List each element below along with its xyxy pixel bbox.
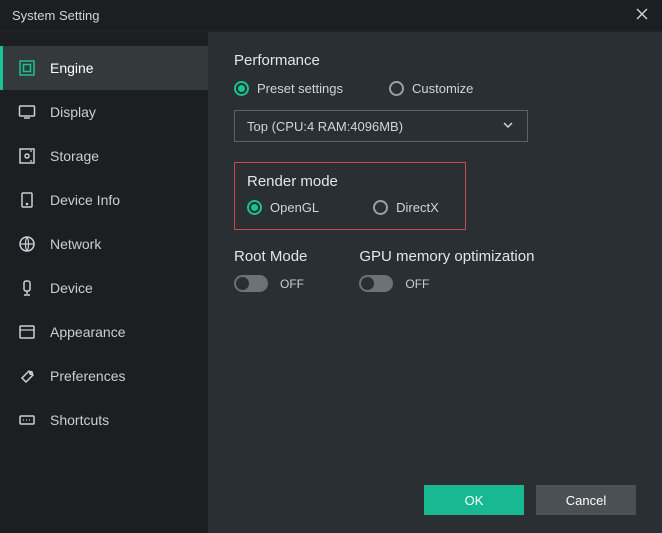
device-icon bbox=[18, 279, 36, 297]
sidebar-item-engine[interactable]: Engine bbox=[0, 46, 208, 90]
radio-customize[interactable]: Customize bbox=[389, 81, 473, 96]
cancel-button[interactable]: Cancel bbox=[536, 485, 636, 515]
sidebar-item-label: Appearance bbox=[50, 324, 126, 340]
sidebar-item-device-info[interactable]: Device Info bbox=[0, 178, 208, 222]
button-label: Cancel bbox=[566, 493, 606, 508]
sidebar-item-preferences[interactable]: Preferences bbox=[0, 354, 208, 398]
shortcuts-icon bbox=[18, 411, 36, 429]
select-value: Top (CPU:4 RAM:4096MB) bbox=[247, 119, 403, 134]
root-mode-col: Root Mode OFF bbox=[234, 248, 307, 292]
radio-label: DirectX bbox=[396, 200, 439, 215]
radio-preset-settings[interactable]: Preset settings bbox=[234, 81, 343, 96]
sidebar-item-shortcuts[interactable]: Shortcuts bbox=[0, 398, 208, 442]
radio-label: Customize bbox=[412, 81, 473, 96]
window-title: System Setting bbox=[12, 8, 99, 23]
display-icon bbox=[18, 103, 36, 121]
sidebar-item-appearance[interactable]: Appearance bbox=[0, 310, 208, 354]
root-mode-toggle-row: OFF bbox=[234, 275, 307, 292]
ok-button[interactable]: OK bbox=[424, 485, 524, 515]
preset-select[interactable]: Top (CPU:4 RAM:4096MB) bbox=[234, 110, 528, 142]
radio-circle-icon bbox=[247, 200, 262, 215]
sidebar-item-device[interactable]: Device bbox=[0, 266, 208, 310]
footer: OK Cancel bbox=[424, 485, 636, 515]
info-icon bbox=[18, 191, 36, 209]
render-radio-row: OpenGL DirectX bbox=[247, 200, 453, 215]
sidebar-item-label: Shortcuts bbox=[50, 412, 109, 428]
gpu-state: OFF bbox=[405, 277, 429, 291]
radio-opengl[interactable]: OpenGL bbox=[247, 200, 319, 215]
render-mode-title: Render mode bbox=[247, 173, 453, 190]
chevron-down-icon bbox=[501, 118, 515, 135]
content: Performance Preset settings Customize To… bbox=[208, 32, 662, 533]
radio-circle-icon bbox=[373, 200, 388, 215]
sidebar-item-label: Network bbox=[50, 236, 101, 252]
sidebar-item-label: Preferences bbox=[50, 368, 125, 384]
radio-directx[interactable]: DirectX bbox=[373, 200, 439, 215]
main: Engine Display Storage Device Info Netwo… bbox=[0, 32, 662, 533]
sidebar-item-label: Device bbox=[50, 280, 93, 296]
gpu-title: GPU memory optimization bbox=[359, 248, 534, 265]
render-mode-box: Render mode OpenGL DirectX bbox=[234, 162, 466, 230]
root-mode-toggle[interactable] bbox=[234, 275, 268, 292]
performance-title: Performance bbox=[234, 52, 636, 69]
radio-circle-icon bbox=[389, 81, 404, 96]
root-mode-title: Root Mode bbox=[234, 248, 307, 265]
gpu-toggle-row: OFF bbox=[359, 275, 534, 292]
sidebar-item-display[interactable]: Display bbox=[0, 90, 208, 134]
appearance-icon bbox=[18, 323, 36, 341]
sidebar: Engine Display Storage Device Info Netwo… bbox=[0, 32, 208, 533]
network-icon bbox=[18, 235, 36, 253]
performance-radio-row: Preset settings Customize bbox=[234, 81, 636, 96]
close-icon bbox=[636, 8, 648, 23]
root-mode-state: OFF bbox=[280, 277, 304, 291]
sidebar-item-label: Device Info bbox=[50, 192, 120, 208]
preferences-icon bbox=[18, 367, 36, 385]
gpu-toggle[interactable] bbox=[359, 275, 393, 292]
toggles-row: Root Mode OFF GPU memory optimization OF… bbox=[234, 248, 636, 292]
sidebar-item-storage[interactable]: Storage bbox=[0, 134, 208, 178]
button-label: OK bbox=[465, 493, 484, 508]
sidebar-item-label: Display bbox=[50, 104, 96, 120]
sidebar-item-label: Engine bbox=[50, 60, 94, 76]
close-button[interactable] bbox=[622, 0, 662, 32]
engine-icon bbox=[18, 59, 36, 77]
gpu-col: GPU memory optimization OFF bbox=[359, 248, 534, 292]
radio-label: Preset settings bbox=[257, 81, 343, 96]
titlebar: System Setting bbox=[0, 0, 662, 32]
sidebar-item-label: Storage bbox=[50, 148, 99, 164]
sidebar-item-network[interactable]: Network bbox=[0, 222, 208, 266]
storage-icon bbox=[18, 147, 36, 165]
radio-label: OpenGL bbox=[270, 200, 319, 215]
radio-circle-icon bbox=[234, 81, 249, 96]
